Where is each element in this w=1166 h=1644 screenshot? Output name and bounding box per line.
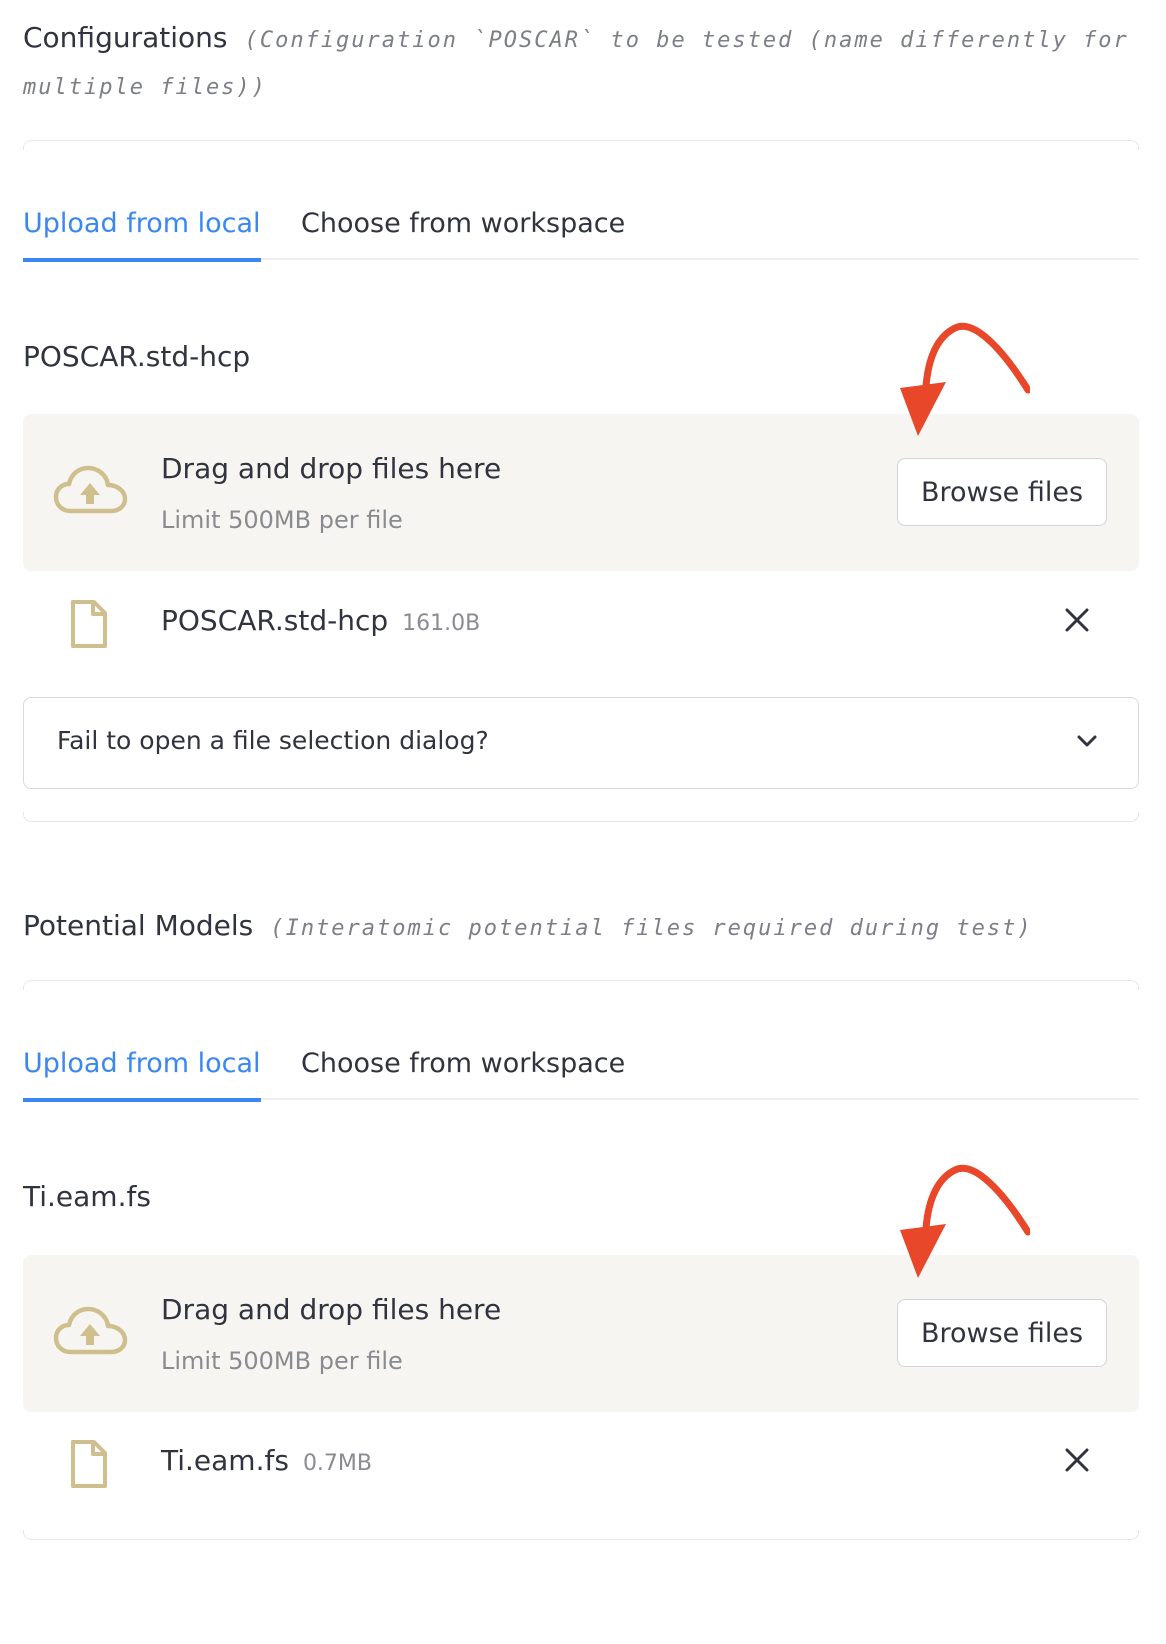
file-size: 0.7MB bbox=[302, 1451, 372, 1476]
configurations-description: (Configuration `POSCAR` to be tested (na… bbox=[244, 28, 1129, 53]
close-icon[interactable] bbox=[1063, 1446, 1091, 1474]
uploaded-file-name: Ti.eam.fs 0.7MB bbox=[161, 1444, 372, 1477]
dropzone-limit: Limit 500MB per file bbox=[161, 1347, 403, 1375]
expander-label: Fail to open a file selection dialog? bbox=[57, 726, 489, 755]
tab-choose-from-workspace[interactable]: Choose from workspace bbox=[301, 198, 625, 260]
potential-models-panel-border bbox=[23, 980, 1139, 990]
file-icon bbox=[71, 1440, 107, 1488]
file-name-text: Ti.eam.fs bbox=[161, 1444, 289, 1477]
uploaded-file-row: Ti.eam.fs 0.7MB bbox=[23, 1438, 1139, 1498]
file-name-text: POSCAR.std-hcp bbox=[161, 604, 389, 637]
configurations-panel-border-bottom bbox=[23, 812, 1139, 822]
dropzone-limit: Limit 500MB per file bbox=[161, 506, 403, 534]
configurations-panel-border bbox=[23, 140, 1139, 150]
annotation-arrow bbox=[900, 1164, 1030, 1278]
potential-models-header: Potential Models (Interatomic potential … bbox=[23, 900, 1139, 956]
configurations-tabs: Upload from local Choose from workspace bbox=[23, 198, 1139, 262]
tab-upload-from-local[interactable]: Upload from local bbox=[23, 1038, 261, 1102]
browse-files-button[interactable]: Browse files bbox=[897, 1299, 1107, 1367]
uploader-label: Ti.eam.fs bbox=[23, 1180, 151, 1213]
close-icon[interactable] bbox=[1063, 606, 1091, 634]
chevron-down-icon bbox=[1077, 735, 1097, 747]
tab-upload-from-local[interactable]: Upload from local bbox=[23, 198, 261, 262]
file-size: 161.0B bbox=[402, 611, 481, 636]
uploader-label: POSCAR.std-hcp bbox=[23, 340, 251, 373]
dropzone-title: Drag and drop files here bbox=[161, 1293, 502, 1326]
configurations-header: Configurations (Configuration `POSCAR` t… bbox=[23, 12, 1139, 68]
configurations-description-cont: multiple files)) bbox=[23, 62, 1139, 115]
potential-models-title: Potential Models bbox=[23, 909, 254, 942]
configurations-title: Configurations bbox=[23, 21, 228, 54]
dropzone-title: Drag and drop files here bbox=[161, 452, 502, 485]
file-dialog-help-expander[interactable]: Fail to open a file selection dialog? bbox=[23, 697, 1139, 789]
uploaded-file-name: POSCAR.std-hcp 161.0B bbox=[161, 604, 480, 637]
uploaded-file-row: POSCAR.std-hcp 161.0B bbox=[23, 598, 1139, 658]
browse-files-button[interactable]: Browse files bbox=[897, 458, 1107, 526]
potential-models-tabs: Upload from local Choose from workspace bbox=[23, 1038, 1139, 1102]
file-icon bbox=[71, 600, 107, 648]
potential-models-description: (Interatomic potential files required du… bbox=[270, 916, 1033, 941]
tab-choose-from-workspace[interactable]: Choose from workspace bbox=[301, 1038, 625, 1100]
annotation-arrow bbox=[900, 322, 1030, 436]
cloud-upload-icon bbox=[53, 465, 128, 514]
cloud-upload-icon bbox=[53, 1306, 128, 1355]
configurations-description-line2: multiple files)) bbox=[23, 75, 267, 100]
potential-models-panel-border-bottom bbox=[23, 1530, 1139, 1540]
